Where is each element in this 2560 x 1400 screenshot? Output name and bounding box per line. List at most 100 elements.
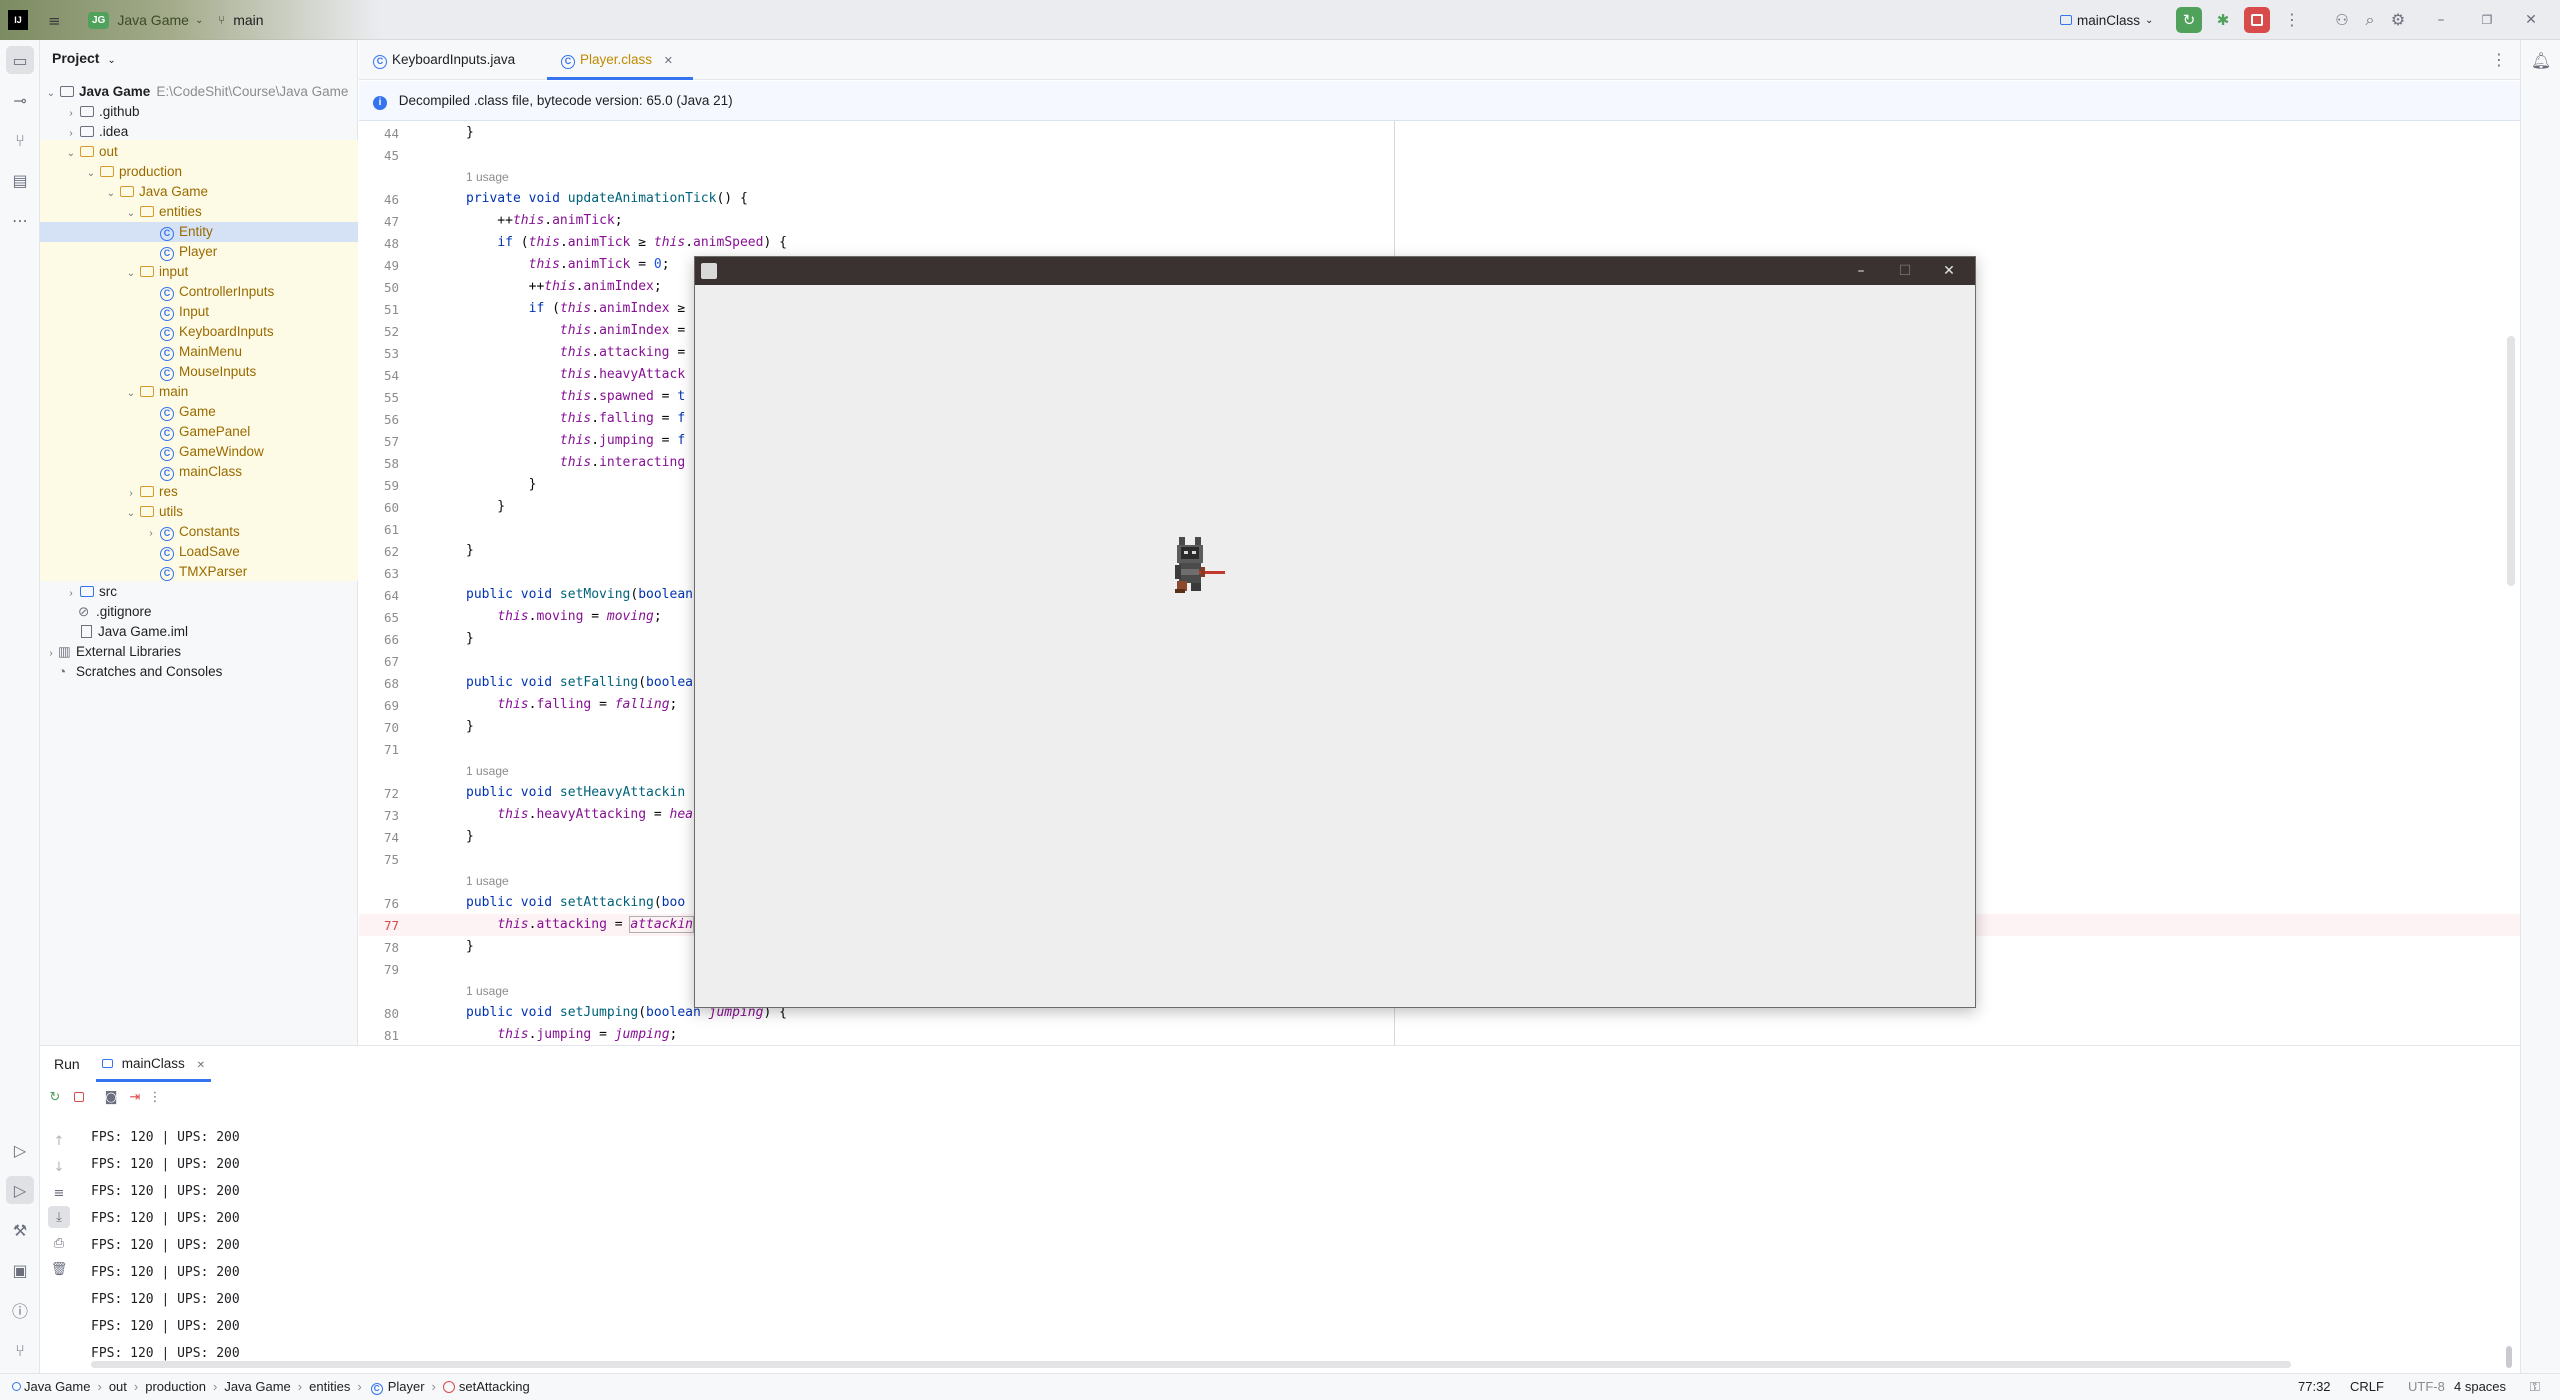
tree-item-production[interactable]: ⌄ production	[40, 162, 358, 182]
console-line: FPS: 120 | UPS: 200	[91, 1346, 240, 1361]
project-panel-header[interactable]: Project ⌄	[52, 50, 116, 66]
settings-gear-icon[interactable]: ⚙	[2386, 8, 2410, 32]
tabs-more-icon[interactable]: ⋮	[2491, 50, 2507, 69]
run-config-icon	[2060, 15, 2072, 25]
camera-icon[interactable]: ◙	[100, 1086, 122, 1108]
editor-scrollbar[interactable]	[2507, 336, 2515, 586]
scroll-up-icon[interactable]: ↑	[48, 1130, 70, 1152]
run-panel-title[interactable]: Run	[54, 1056, 80, 1072]
tree-item-scratches[interactable]: ◔ Scratches and Consoles	[40, 662, 358, 682]
tree-item-java-game-out[interactable]: ⌄ Java Game	[40, 182, 358, 202]
tree-item-gamewindow[interactable]: C GameWindow	[40, 442, 358, 462]
caret-position[interactable]: 77:32	[2298, 1374, 2331, 1400]
tree-item-loadsave[interactable]: C LoadSave	[40, 542, 358, 562]
stop-button[interactable]	[2244, 7, 2270, 33]
game-window-titlebar[interactable]: – ☐ ✕	[695, 257, 1975, 285]
tree-item-iml[interactable]: Java Game.iml	[40, 622, 358, 642]
tree-item-entities[interactable]: ⌄ entities	[40, 202, 358, 222]
line-ending[interactable]: CRLF	[2350, 1374, 2384, 1400]
main-menu-icon[interactable]: ≡	[48, 12, 61, 30]
tree-item-idea[interactable]: › .idea	[40, 122, 358, 142]
project-folder-icon[interactable]: ▭	[6, 46, 34, 74]
minimize-icon[interactable]: –	[2426, 8, 2456, 32]
stop-icon[interactable]	[68, 1086, 90, 1108]
tree-item-github[interactable]: › .github	[40, 102, 358, 122]
breadcrumb-item[interactable]: Java Game	[224, 1379, 290, 1394]
tab-close-icon[interactable]: ✕	[664, 55, 673, 67]
soft-wrap-icon[interactable]: ≡	[48, 1182, 70, 1204]
structure-icon[interactable]: ▤	[6, 166, 34, 194]
debug-button[interactable]: ✱	[2210, 7, 2236, 33]
project-widget[interactable]: JG Java Game ⌄	[88, 9, 203, 31]
more-icon[interactable]: ⋮	[144, 1086, 166, 1108]
print-icon[interactable]: ⎙	[48, 1232, 70, 1254]
git-icon[interactable]: ⑂	[6, 1336, 34, 1364]
maximize-icon[interactable]: ☐	[1883, 257, 1927, 285]
tree-item-external-libraries[interactable]: › ▥ External Libraries	[40, 642, 358, 662]
notifications-bell-icon[interactable]: 🔔︎	[2527, 46, 2555, 74]
services-icon[interactable]: ▷	[6, 1136, 34, 1164]
breadcrumb-item[interactable]: Player	[388, 1379, 425, 1394]
tree-item-mainclass[interactable]: CmainClass	[40, 462, 358, 482]
line-number: 80	[383, 1006, 399, 1021]
close-icon[interactable]: ✕	[2516, 8, 2546, 32]
tree-item-mainmenu[interactable]: C MainMenu	[40, 342, 358, 362]
close-icon[interactable]: ✕	[1927, 257, 1971, 285]
breadcrumb-item[interactable]: setAttacking	[459, 1379, 530, 1394]
commit-icon[interactable]: ⊸	[6, 86, 34, 114]
problems-icon[interactable]: ⓘ	[6, 1296, 34, 1324]
tree-item-src[interactable]: › src	[40, 582, 358, 602]
tree-item-player[interactable]: C Player	[40, 242, 358, 262]
console-v-scrollbar[interactable]	[2506, 1346, 2512, 1368]
minimize-icon[interactable]: –	[1839, 257, 1883, 285]
terminal-icon[interactable]: ▣	[6, 1256, 34, 1284]
breadcrumb-item[interactable]: production	[145, 1379, 206, 1394]
search-icon[interactable]: ⌕	[2358, 8, 2382, 32]
rerun-icon[interactable]: ↻	[44, 1086, 66, 1108]
rerun-button[interactable]: ↻	[2176, 7, 2202, 33]
tab-close-icon[interactable]: ✕	[197, 1060, 205, 1071]
tree-item-constants[interactable]: › C Constants	[40, 522, 358, 542]
tab-mainclass[interactable]: mainClass ✕	[96, 1046, 211, 1082]
build-hammer-icon[interactable]: ⚒	[6, 1216, 34, 1244]
branch-widget[interactable]: ⑂ main	[218, 0, 264, 40]
run-config-selector[interactable]: mainClass ⌄	[2060, 9, 2153, 31]
indent-setting[interactable]: 4 spaces	[2454, 1374, 2506, 1400]
tree-item-gamepanel[interactable]: C GamePanel	[40, 422, 358, 442]
app-logo-icon[interactable]: IJ	[8, 10, 28, 30]
tree-item-keyboardinputs[interactable]: C KeyboardInputs	[40, 322, 358, 342]
scroll-to-end-icon[interactable]: ⤓	[48, 1206, 70, 1228]
tab-player-class[interactable]: C Player.class ✕	[547, 40, 693, 80]
tree-item-input-class[interactable]: C Input	[40, 302, 358, 322]
console-h-scrollbar[interactable]	[91, 1361, 2291, 1368]
breadcrumb-item[interactable]: entities	[309, 1379, 350, 1394]
tree-item-mouseinputs[interactable]: C MouseInputs	[40, 362, 358, 382]
tree-item-tmxparser[interactable]: C TMXParser	[40, 562, 358, 582]
readonly-lock-icon[interactable]: ⚿	[2530, 1374, 2540, 1400]
tree-item-out[interactable]: ⌄ out	[40, 142, 358, 162]
tree-item-entity[interactable]: C Entity	[40, 222, 358, 242]
more-actions-icon[interactable]: ⋮	[2284, 8, 2300, 32]
more-tools-icon[interactable]: ⋯	[6, 206, 34, 234]
tree-item-game[interactable]: C Game	[40, 402, 358, 422]
file-encoding[interactable]: UTF-8	[2408, 1374, 2445, 1400]
tree-item-java-game[interactable]: ⌄ Java Game E:\CodeShit\Course\Java Game	[40, 82, 358, 102]
tree-item-controllerinputs[interactable]: C ControllerInputs	[40, 282, 358, 302]
add-user-icon[interactable]: ⚇	[2330, 8, 2354, 32]
exit-icon[interactable]: ⇥	[124, 1086, 146, 1108]
tree-item-res[interactable]: › res	[40, 482, 358, 502]
pull-requests-icon[interactable]: ⑂	[6, 126, 34, 154]
tree-item-gitignore[interactable]: ⊘ .gitignore	[40, 602, 358, 622]
breadcrumb-item[interactable]: Java Game	[24, 1379, 90, 1394]
trash-icon[interactable]: 🗑︎	[48, 1258, 70, 1280]
breadcrumb-item[interactable]: out	[109, 1379, 127, 1394]
line-number: 67	[383, 654, 399, 669]
tree-item-utils[interactable]: ⌄ utils	[40, 502, 358, 522]
tab-keyboardinputs[interactable]: C KeyboardInputs.java	[359, 40, 539, 80]
run-tool-icon[interactable]: ▷	[6, 1176, 34, 1204]
tree-item-main[interactable]: ⌄ main	[40, 382, 358, 402]
restore-icon[interactable]: ❐	[2472, 8, 2502, 32]
tree-item-input[interactable]: ⌄ input	[40, 262, 358, 282]
game-window[interactable]: – ☐ ✕	[694, 256, 1976, 1008]
scroll-down-icon[interactable]: ↓	[48, 1156, 70, 1178]
